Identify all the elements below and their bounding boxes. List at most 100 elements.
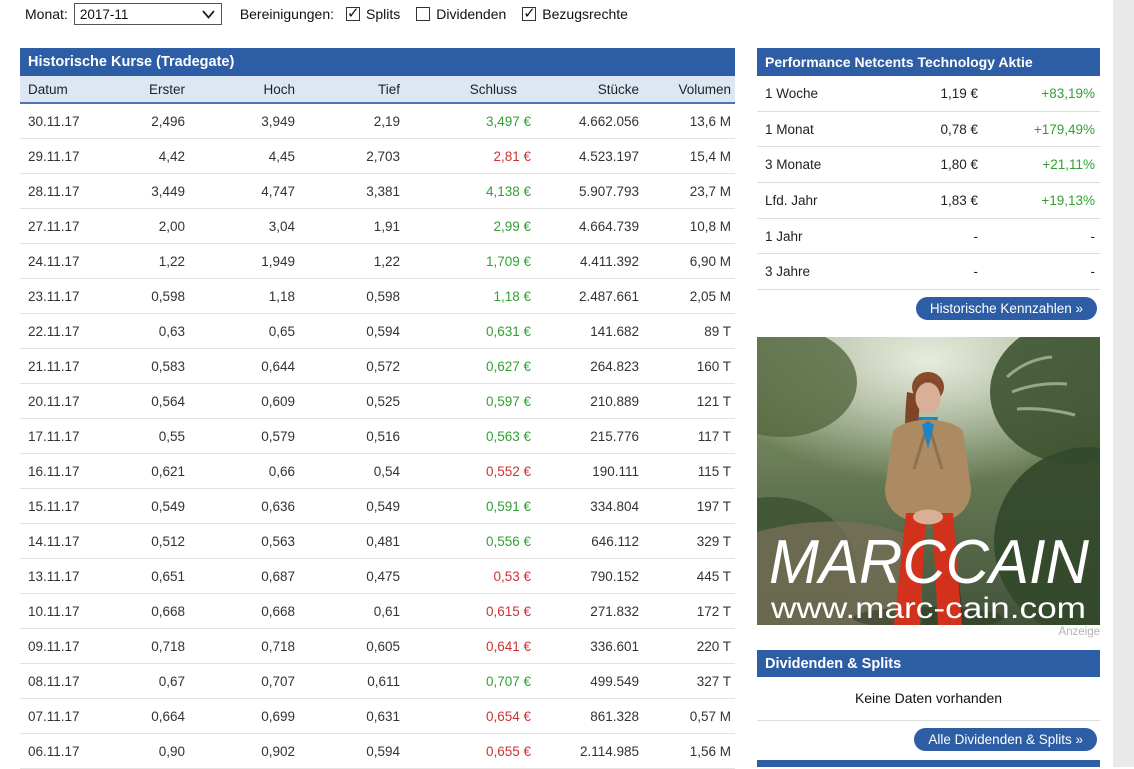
table-header-row: DatumErsterHochTiefSchlussStückeVolumen (20, 76, 735, 104)
cell-volumen: 15,4 M (639, 149, 731, 164)
bereinigungen-label: Bereinigungen: (240, 6, 334, 22)
cell-hoch: 1,949 (185, 254, 295, 269)
historische-kennzahlen-button[interactable]: Historische Kennzahlen » (916, 297, 1097, 320)
checkbox-checked-icon[interactable] (522, 7, 536, 21)
cell-stuecke: 141.682 (531, 324, 639, 339)
cell-tief: 3,381 (295, 184, 400, 199)
table-row: 06.11.170,900,9020,5940,655 €2.114.9851,… (20, 734, 735, 769)
cell-schluss: 0,556 € (400, 534, 531, 549)
cell-schluss: 0,707 € (400, 674, 531, 689)
cell-volumen: 121 T (639, 394, 731, 409)
performance-period-label: 1 Woche (765, 86, 863, 101)
cell-hoch: 0,718 (185, 639, 295, 654)
cell-schluss: 0,631 € (400, 324, 531, 339)
cell-datum: 06.11.17 (20, 744, 95, 759)
cell-erster: 2,00 (95, 219, 185, 234)
monat-label: Monat: (25, 6, 68, 22)
dividends-panel: Dividenden & Splits Keine Daten vorhande… (757, 650, 1100, 751)
performance-row: Lfd. Jahr1,83 €+19,13% (757, 183, 1100, 219)
cell-stuecke: 4.662.056 (531, 114, 639, 129)
checkbox-dividenden[interactable]: Dividenden (416, 6, 506, 22)
cell-datum: 09.11.17 (20, 639, 95, 654)
marc-cain-ad[interactable]: MARCCAIN www.marc-cain.com (757, 337, 1100, 625)
cell-hoch: 0,707 (185, 674, 295, 689)
cell-datum: 27.11.17 (20, 219, 95, 234)
performance-row: 1 Monat0,78 €+179,49% (757, 112, 1100, 148)
performance-row: 1 Jahr-- (757, 219, 1100, 255)
table-row: 21.11.170,5830,6440,5720,627 €264.823160… (20, 349, 735, 384)
cell-stuecke: 4.523.197 (531, 149, 639, 164)
cell-schluss: 2,99 € (400, 219, 531, 234)
performance-period-label: 3 Jahre (765, 264, 863, 279)
cell-hoch: 0,563 (185, 534, 295, 549)
cell-tief: 0,572 (295, 359, 400, 374)
cell-hoch: 3,949 (185, 114, 295, 129)
cell-volumen: 197 T (639, 499, 731, 514)
table-row: 13.11.170,6510,6870,4750,53 €790.152445 … (20, 559, 735, 594)
cell-volumen: 160 T (639, 359, 731, 374)
table-row: 24.11.171,221,9491,221,709 €4.411.3926,9… (20, 244, 735, 279)
cell-volumen: 327 T (639, 674, 731, 689)
cell-tief: 0,475 (295, 569, 400, 584)
cell-erster: 0,512 (95, 534, 185, 549)
cell-hoch: 0,65 (185, 324, 295, 339)
performance-period-label: 1 Jahr (765, 229, 863, 244)
cell-erster: 0,651 (95, 569, 185, 584)
cell-hoch: 4,45 (185, 149, 295, 164)
column-header-stuecke: Stücke (531, 82, 639, 97)
cell-erster: 4,42 (95, 149, 185, 164)
checkbox-label: Splits (366, 6, 400, 22)
chevron-down-icon (202, 7, 215, 22)
performance-period-label: Lfd. Jahr (765, 193, 863, 208)
ad-illustration: MARCCAIN www.marc-cain.com (757, 337, 1100, 625)
performance-title: Performance Netcents Technology Aktie (757, 48, 1100, 76)
cell-volumen: 115 T (639, 464, 731, 479)
checkbox-checked-icon[interactable] (346, 7, 360, 21)
checkbox-splits[interactable]: Splits (346, 6, 400, 22)
cell-hoch: 1,18 (185, 289, 295, 304)
cell-tief: 0,598 (295, 289, 400, 304)
table-row: 10.11.170,6680,6680,610,615 €271.832172 … (20, 594, 735, 629)
performance-row: 3 Jahre-- (757, 254, 1100, 290)
table-row: 29.11.174,424,452,7032,81 €4.523.19715,4… (20, 139, 735, 174)
cell-stuecke: 4.664.739 (531, 219, 639, 234)
alle-dividenden-splits-button[interactable]: Alle Dividenden & Splits » (914, 728, 1097, 751)
cell-datum: 10.11.17 (20, 604, 95, 619)
performance-value: 0,78 € (863, 122, 978, 137)
cell-volumen: 23,7 M (639, 184, 731, 199)
performance-period-label: 3 Monate (765, 157, 863, 172)
cell-erster: 0,621 (95, 464, 185, 479)
cell-erster: 0,55 (95, 429, 185, 444)
performance-row: 3 Monate1,80 €+21,11% (757, 147, 1100, 183)
table-row: 28.11.173,4494,7473,3814,138 €5.907.7932… (20, 174, 735, 209)
performance-percent: +179,49% (978, 122, 1095, 137)
checkbox-bezugsrechte[interactable]: Bezugsrechte (522, 6, 628, 22)
performance-percent: - (978, 229, 1095, 244)
cell-erster: 0,668 (95, 604, 185, 619)
cell-schluss: 2,81 € (400, 149, 531, 164)
cell-stuecke: 215.776 (531, 429, 639, 444)
column-header-volumen: Volumen (639, 82, 731, 97)
table-row: 15.11.170,5490,6360,5490,591 €334.804197… (20, 489, 735, 524)
table-row: 07.11.170,6640,6990,6310,654 €861.3280,5… (20, 699, 735, 734)
cell-datum: 08.11.17 (20, 674, 95, 689)
cell-tief: 2,703 (295, 149, 400, 164)
filter-bar: Monat: 2017-11 Bereinigungen: Splits Divi… (25, 2, 644, 26)
cell-datum: 22.11.17 (20, 324, 95, 339)
cell-hoch: 0,687 (185, 569, 295, 584)
cell-schluss: 0,591 € (400, 499, 531, 514)
performance-value: 1,83 € (863, 193, 978, 208)
cell-stuecke: 210.889 (531, 394, 639, 409)
column-header-schluss: Schluss (400, 82, 531, 97)
table-row: 14.11.170,5120,5630,4810,556 €646.112329… (20, 524, 735, 559)
cell-tief: 1,91 (295, 219, 400, 234)
cell-datum: 24.11.17 (20, 254, 95, 269)
performance-body: 1 Woche1,19 €+83,19%1 Monat0,78 €+179,49… (757, 76, 1100, 290)
cell-hoch: 0,579 (185, 429, 295, 444)
historical-prices-title: Historische Kurse (Tradegate) (20, 48, 735, 76)
monat-select[interactable]: 2017-11 (74, 3, 222, 25)
cell-tief: 0,549 (295, 499, 400, 514)
scrollbar-gutter (1113, 0, 1134, 767)
checkbox-unchecked-icon[interactable] (416, 7, 430, 21)
cell-hoch: 0,609 (185, 394, 295, 409)
